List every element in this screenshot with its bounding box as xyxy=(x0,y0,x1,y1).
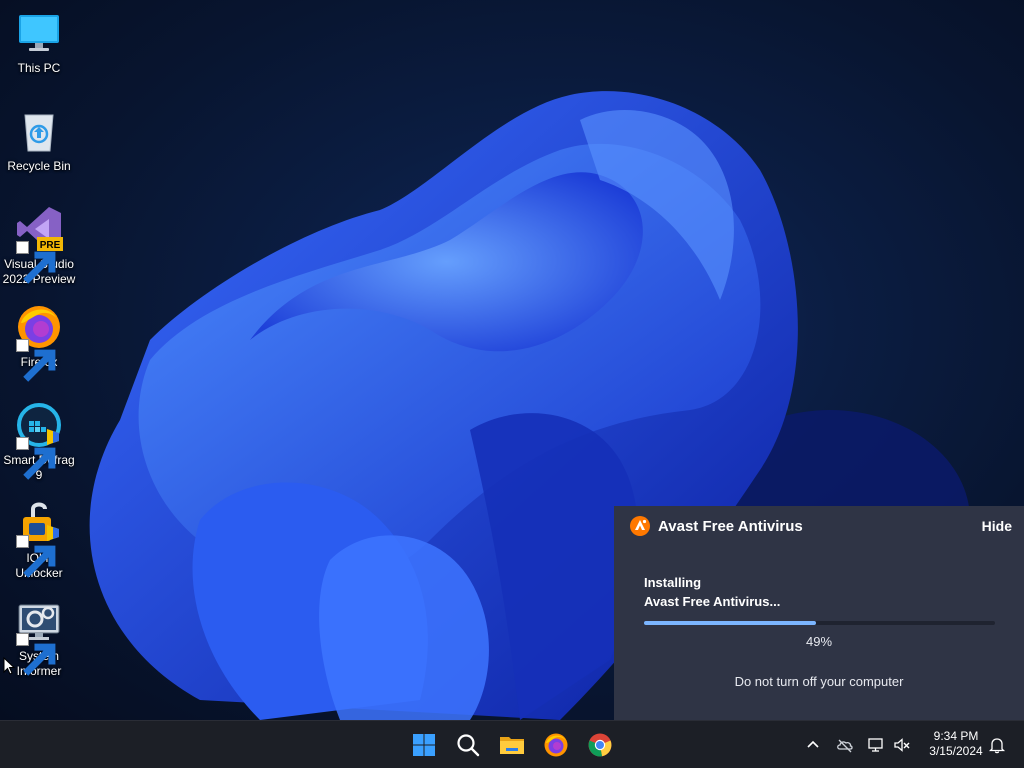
smart-defrag-icon xyxy=(14,400,64,480)
volume-muted-icon xyxy=(894,738,910,752)
install-progress-fill xyxy=(644,621,816,625)
start-button[interactable] xyxy=(408,729,440,761)
volume-tray-button[interactable] xyxy=(892,735,912,755)
taskbar-chrome[interactable] xyxy=(584,729,616,761)
taskbar-file-explorer[interactable] xyxy=(496,729,528,761)
desktop-icon-label: This PC xyxy=(17,61,61,75)
desktop-icon-iobit-unlocker[interactable]: IObit Unlocker xyxy=(0,498,78,581)
taskbar: 9:34 PM 3/15/2024 xyxy=(0,720,1024,768)
desktop-icon-recycle-bin[interactable]: Recycle Bin xyxy=(0,106,78,174)
do-not-turn-off-warning: Do not turn off your computer xyxy=(734,674,904,689)
clock-time: 9:34 PM xyxy=(933,729,979,743)
installing-line-2: Avast Free Antivirus... xyxy=(644,594,781,609)
hide-button[interactable]: Hide xyxy=(982,518,1012,534)
firefox-icon xyxy=(544,733,568,757)
network-icon xyxy=(868,738,883,752)
desktop-icon-this-pc[interactable]: This PC xyxy=(0,8,78,76)
taskbar-search-button[interactable] xyxy=(452,729,484,761)
desktop-icon-visual-studio[interactable]: PRE Visual Studio 2022 Preview xyxy=(0,204,78,287)
shortcut-arrow-icon xyxy=(16,241,56,284)
visual-studio-icon: PRE xyxy=(14,204,64,284)
avast-logo-icon xyxy=(630,516,650,536)
firefox-icon xyxy=(14,302,64,382)
taskbar-clock[interactable]: 9:34 PM 3/15/2024 xyxy=(920,729,992,759)
file-explorer-icon xyxy=(500,737,524,754)
notification-bell-icon xyxy=(988,738,1006,754)
install-progress-percent: 49% xyxy=(805,634,833,649)
desktop-icon-firefox[interactable]: Firefox xyxy=(0,302,78,382)
installing-line-1: Installing xyxy=(644,575,702,590)
chevron-up-icon xyxy=(807,740,819,748)
notifications-button[interactable] xyxy=(987,735,1007,755)
windows-start-icon xyxy=(413,734,435,756)
shortcut-arrow-icon xyxy=(16,535,56,578)
desktop-icon-smart-defrag[interactable]: Smart Defrag 9 xyxy=(0,400,78,483)
avast-install-panel: Avast Free Antivirus Hide Installing Ava… xyxy=(614,506,1024,720)
shortcut-arrow-icon xyxy=(16,437,56,480)
clock-date: 3/15/2024 xyxy=(929,744,983,758)
installing-heading: Installing Avast Free Antivirus... xyxy=(644,573,780,611)
network-tray-button[interactable] xyxy=(866,735,886,755)
onedrive-offline-icon xyxy=(837,739,853,753)
unlocker-padlock-icon xyxy=(14,498,64,578)
avast-title: Avast Free Antivirus xyxy=(658,517,803,535)
taskbar-firefox[interactable] xyxy=(540,729,572,761)
search-icon xyxy=(457,734,480,757)
mouse-cursor-icon xyxy=(3,657,15,675)
chrome-icon xyxy=(588,733,612,757)
monitor-icon xyxy=(14,8,64,58)
desktop-icon-label: Recycle Bin xyxy=(7,159,71,173)
avast-header: Avast Free Antivirus xyxy=(630,516,803,536)
show-hidden-icons-button[interactable] xyxy=(803,735,823,755)
install-progress-bar xyxy=(644,621,995,625)
onedrive-tray-button[interactable] xyxy=(835,735,855,755)
desktop: This PC Recycle Bin PRE Visual Studio 20… xyxy=(0,0,1024,720)
shortcut-arrow-icon xyxy=(16,339,56,382)
shortcut-arrow-icon xyxy=(16,633,56,676)
system-informer-icon xyxy=(14,596,64,676)
recycle-bin-icon xyxy=(14,106,64,156)
